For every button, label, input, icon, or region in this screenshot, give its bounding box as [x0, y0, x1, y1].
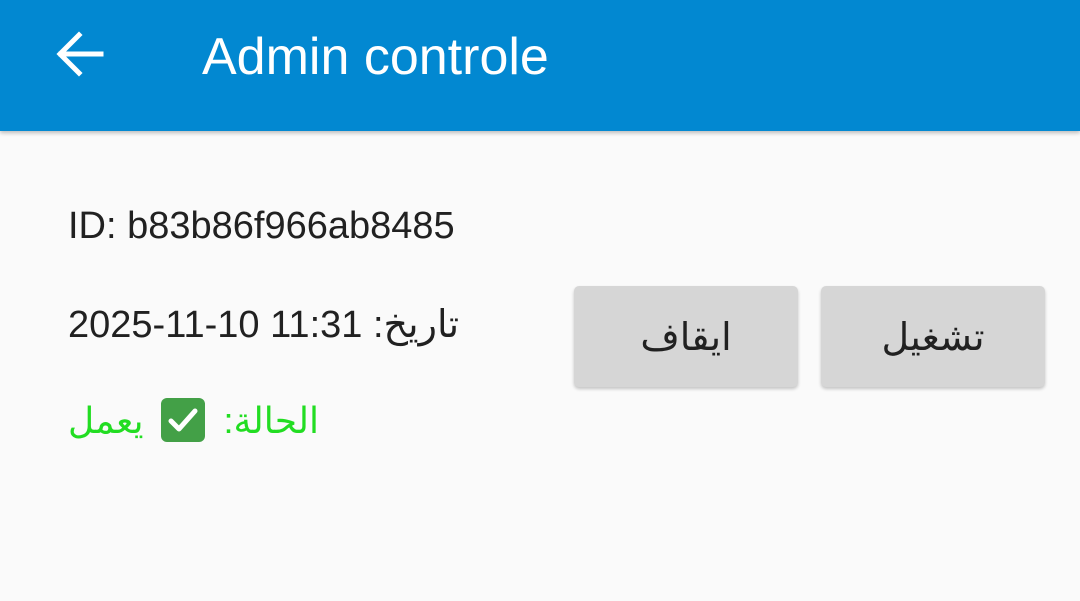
back-button[interactable] — [44, 22, 114, 86]
start-button-label: تشغيل — [881, 314, 985, 359]
app-bar: Admin controle — [0, 0, 1080, 131]
check-mark-button-icon — [161, 398, 206, 443]
date-value: 2025-11-10 11:31 — [68, 304, 363, 346]
date-line: 2025-11-10 11:31 تاريخ: — [68, 302, 459, 347]
page-title: Admin controle — [202, 28, 549, 86]
device-id-text: ID: b83b86f966ab8485 — [68, 205, 455, 247]
status-label: الحالة: — [223, 400, 319, 441]
stop-button-label: ايقاف — [640, 314, 732, 359]
status-value: يعمل — [68, 400, 144, 441]
start-button[interactable]: تشغيل — [821, 286, 1045, 387]
status-line: يعمل الحالة: — [68, 398, 319, 445]
stop-button[interactable]: ايقاف — [574, 286, 798, 387]
arrow-left-icon — [56, 31, 104, 77]
date-label: تاريخ: — [372, 304, 460, 346]
